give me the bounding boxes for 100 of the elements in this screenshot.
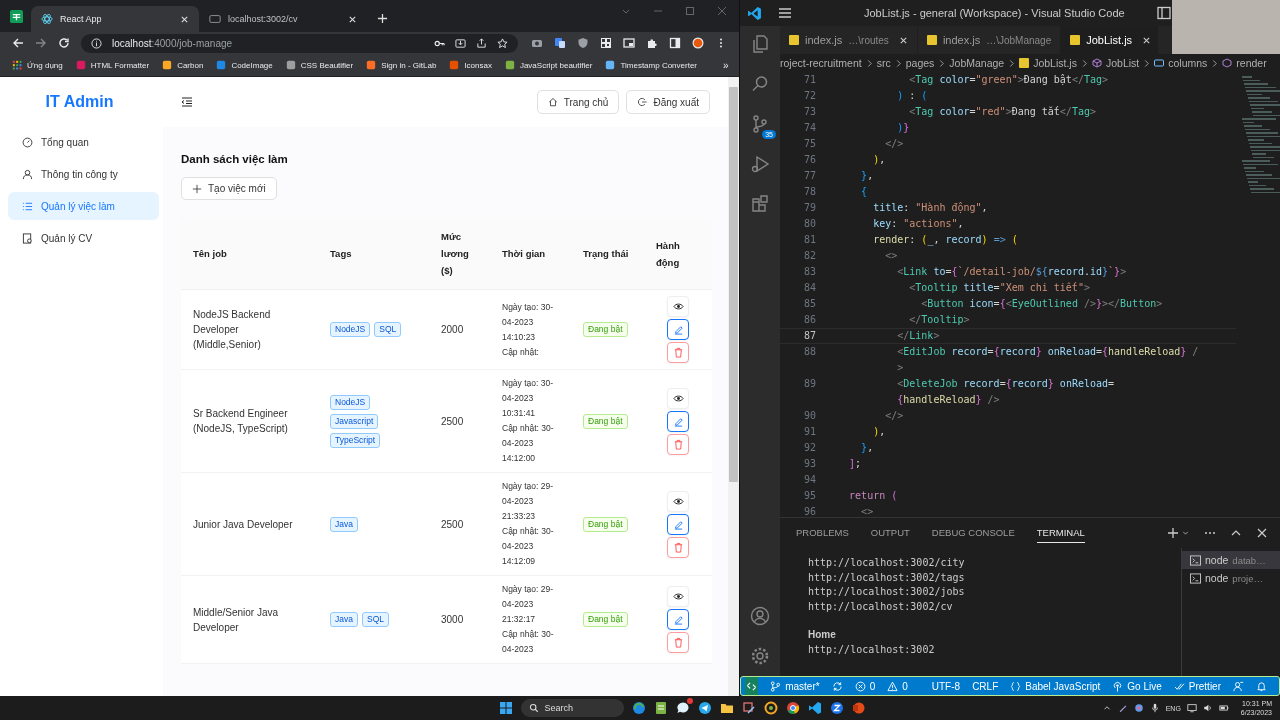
view-button[interactable] <box>667 586 689 607</box>
breadcrumb-item[interactable]: render <box>1236 57 1267 69</box>
install-icon[interactable] <box>455 37 466 49</box>
branch-indicator[interactable]: master* <box>770 679 820 693</box>
menu-icon[interactable] <box>778 6 792 20</box>
run-debug-icon[interactable] <box>750 154 770 174</box>
browser-tab[interactable]: React App <box>31 6 199 32</box>
share-icon[interactable] <box>476 37 487 49</box>
editor-tab[interactable]: JobList.js <box>1061 26 1159 54</box>
puzzle-icon[interactable] <box>646 37 658 49</box>
logout-button[interactable]: Đăng xuất <box>626 90 710 114</box>
edit-button[interactable] <box>667 319 689 340</box>
bookmark[interactable]: CSS Beautifier <box>285 60 354 70</box>
browser-icon[interactable] <box>631 701 646 715</box>
create-job-button[interactable]: Tạo việc mới <box>181 177 277 200</box>
editor-tab[interactable]: index.js …\routes <box>780 26 918 54</box>
breadcrumb-item[interactable]: pages <box>905 57 935 69</box>
close-icon[interactable] <box>1142 35 1152 45</box>
panel-tab[interactable]: PROBLEMS <box>796 523 849 543</box>
spreadsheet-icon[interactable] <box>10 10 23 23</box>
extensions-icon[interactable] <box>750 194 770 214</box>
code-editor-icon[interactable] <box>807 701 822 715</box>
more-bookmarks-button[interactable]: » <box>723 59 729 71</box>
breadcrumb-item[interactable]: JobManage <box>949 57 1005 69</box>
spreadsheet-icon[interactable] <box>653 701 668 715</box>
prettier-indicator[interactable]: Prettier <box>1173 679 1221 693</box>
bookmark[interactable]: Carbon <box>162 60 204 70</box>
panel-tab[interactable]: TERMINAL <box>1036 523 1085 543</box>
terminal-item[interactable]: node datab… <box>1182 551 1280 569</box>
sidebar-item[interactable]: Quản lý CV <box>8 224 159 252</box>
paper-plane-icon[interactable] <box>697 701 712 715</box>
pen-icon[interactable] <box>1117 703 1128 713</box>
chat-icon[interactable] <box>675 701 690 715</box>
app-icon[interactable] <box>763 701 778 715</box>
settings-icon[interactable] <box>750 646 770 666</box>
close-icon[interactable] <box>898 35 908 45</box>
bookmark[interactable]: Iconsax <box>449 60 492 70</box>
go-live-button[interactable]: Go Live <box>1112 679 1162 693</box>
messenger-app-icon[interactable] <box>829 701 844 715</box>
profile-avatar[interactable] <box>692 37 704 49</box>
office-icon[interactable] <box>851 701 866 715</box>
account-icon[interactable] <box>750 606 770 626</box>
encoding-indicator[interactable]: UTF-8 <box>931 679 961 693</box>
language-indicator[interactable]: Babel JavaScript <box>1010 679 1101 693</box>
breadcrumb-item[interactable]: roject-recruitment <box>780 57 862 69</box>
panel-tab[interactable]: OUTPUT <box>870 523 910 543</box>
shield-icon[interactable] <box>577 37 589 49</box>
sidebar-icon[interactable] <box>669 37 681 49</box>
bookmark[interactable]: JavaScript beautifier <box>504 60 593 70</box>
plus-icon[interactable] <box>1167 527 1179 539</box>
translate-icon[interactable] <box>554 37 566 49</box>
sidebar-item[interactable]: Tổng quan <box>8 128 159 156</box>
battery-icon[interactable] <box>1218 703 1229 713</box>
folder-icon[interactable] <box>719 701 734 715</box>
view-button[interactable] <box>667 387 689 409</box>
breadcrumb-item[interactable]: JobList <box>1105 57 1140 69</box>
bookmark[interactable]: Sign in - GitLab <box>366 60 437 70</box>
feedback-icon[interactable] <box>1233 680 1244 692</box>
address-bar[interactable]: localhost:4000/job-manage <box>81 33 518 53</box>
home-button[interactable]: Trang chủ <box>536 90 620 114</box>
scrollbar[interactable] <box>728 77 739 696</box>
monitor-icon[interactable] <box>1186 703 1197 713</box>
maximize-icon[interactable] <box>685 6 695 16</box>
view-button[interactable] <box>667 296 689 317</box>
breadcrumb-item[interactable]: JobList.js <box>1033 57 1077 69</box>
error-count[interactable]: 0 <box>854 679 876 693</box>
sync-icon[interactable] <box>831 680 843 692</box>
terminal-item[interactable]: node proje… <box>1182 569 1280 587</box>
warning-count[interactable]: 0 <box>887 679 908 693</box>
speaker-icon[interactable] <box>1202 703 1213 713</box>
bookmark[interactable]: HTML Formatter <box>75 60 150 70</box>
sidebar-item[interactable]: Thông tin công ty <box>8 160 159 188</box>
bookmark[interactable]: Timestamp Converter <box>605 60 698 70</box>
sidebar-item[interactable]: Quản lý việc làm <box>8 192 159 220</box>
forward-icon[interactable] <box>35 37 47 49</box>
line-ending-indicator[interactable]: CRLF <box>972 679 999 693</box>
picture-in-picture-icon[interactable] <box>623 37 635 49</box>
bookmark[interactable]: Ứng dụng <box>12 60 63 70</box>
edit-button[interactable] <box>667 609 689 630</box>
search-icon[interactable] <box>750 74 770 94</box>
windows-start-icon[interactable] <box>498 701 513 715</box>
browser-tab[interactable]: localhost:3002/cv <box>199 6 367 32</box>
source-control-icon[interactable] <box>750 114 770 134</box>
app-tray-icon[interactable] <box>1133 703 1144 713</box>
search-field[interactable]: Search <box>520 699 624 717</box>
bookmark[interactable]: CodeImage <box>216 60 273 70</box>
edit-button[interactable] <box>667 513 689 535</box>
view-button[interactable] <box>667 490 689 512</box>
back-icon[interactable] <box>12 37 24 49</box>
breadcrumb-item[interactable]: columns <box>1168 57 1208 69</box>
reload-icon[interactable] <box>58 37 70 49</box>
panel-left-icon[interactable] <box>1156 6 1171 20</box>
edit-button[interactable] <box>667 410 689 432</box>
panel-tab[interactable]: DEBUG CONSOLE <box>931 523 1015 543</box>
bell-icon[interactable] <box>1256 680 1267 692</box>
qr-code-icon[interactable] <box>600 37 612 49</box>
breadcrumb-item[interactable]: src <box>876 57 891 69</box>
chrome-icon[interactable] <box>785 701 800 715</box>
new-tab-icon[interactable] <box>377 13 388 24</box>
camera-icon[interactable] <box>531 37 543 49</box>
